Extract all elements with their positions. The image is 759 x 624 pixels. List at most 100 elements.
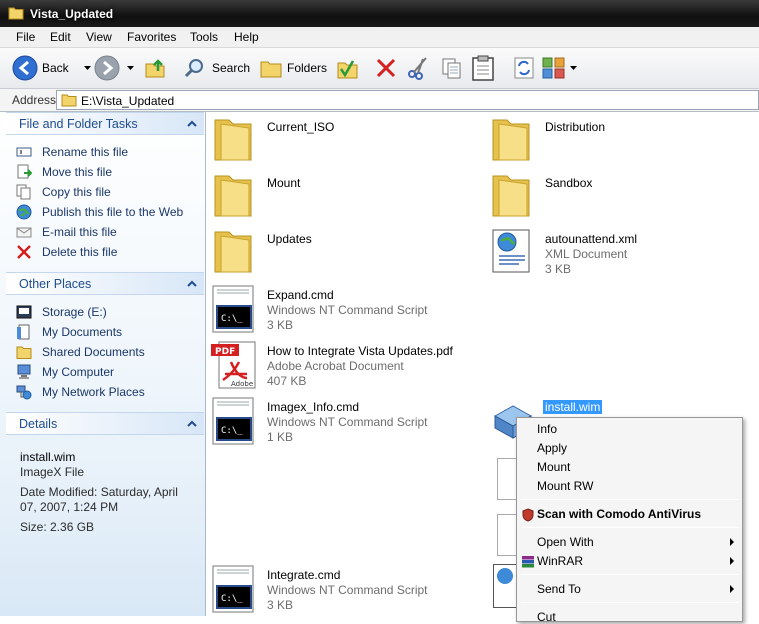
chevron-down-icon [84,66,91,70]
comodo-shield-icon [522,508,534,522]
paste-button[interactable] [471,48,497,88]
back-label: Back [42,61,69,75]
file-tasks-header[interactable]: File and Folder Tasks [6,112,204,135]
details-size: Size: 2.36 GB [20,520,95,534]
address-path: E:\Vista_Updated [81,94,175,108]
menu-item-winrar[interactable]: WinRAR [537,554,583,568]
file-imagex-info-cmd[interactable]: C:\_ Imagex_Info.cmd Windows NT Command … [211,396,471,448]
move-to-button[interactable] [335,48,361,88]
file-expand-cmd[interactable]: C:\_ Expand.cmd Windows NT Command Scrip… [211,284,471,336]
scissors-icon [408,57,427,80]
back-arrow-icon [12,55,38,81]
menu-edit[interactable]: Edit [50,30,71,44]
folder-icon [61,94,77,107]
menu-item-mount-rw[interactable]: Mount RW [537,479,593,493]
delete-x-icon [17,245,31,259]
folder-sandbox[interactable]: Sandbox [489,172,739,224]
clipboard-icon [472,55,494,81]
menu-item-send-to[interactable]: Send To [537,582,581,596]
address-input[interactable]: E:\Vista_Updated [56,90,759,110]
folder-mount[interactable]: Mount [211,172,461,224]
collapse-chevron-icon[interactable] [186,278,198,290]
menu-file[interactable]: File [16,30,35,44]
refresh-button[interactable] [513,48,537,88]
file-integrate-updates-pdf[interactable]: PDF Adobe How to Integrate Vista Updates… [211,340,511,392]
menu-help[interactable]: Help [234,30,259,44]
menu-separator [521,574,738,575]
menu-separator [521,499,738,500]
search-button[interactable]: Search [184,48,252,88]
rename-icon [16,147,32,157]
copy-button[interactable] [440,48,466,88]
panel-title: Details [19,417,58,431]
copy-icon [442,58,461,79]
forward-button[interactable] [94,48,136,88]
collapse-chevron-icon[interactable] [186,118,198,130]
pdf-badge-text: PDF [215,347,235,357]
command-script-icon: C:\_ [212,565,254,613]
menu-tools[interactable]: Tools [190,30,218,44]
details-modified: Date Modified: Saturday, April [20,485,178,499]
title-bar: Vista_Updated [0,0,759,27]
context-menu: Info Apply Mount Mount RW Scan with Como… [516,417,743,624]
details-modified-cont: 07, 2007, 1:24 PM [20,500,119,514]
details-filename: install.wim [20,450,76,464]
winrar-icon [522,556,534,568]
submenu-arrow-icon [730,585,734,593]
delete-x-icon [376,58,396,78]
refresh-icon [514,57,534,79]
folder-current-iso[interactable]: Current_ISO [211,116,461,168]
menu-item-scan-comodo[interactable]: Scan with Comodo AntiVirus [537,507,701,521]
folder-icon [492,119,530,161]
cut-button[interactable] [406,48,432,88]
file-integrate-cmd[interactable]: C:\_ Integrate.cmd Windows NT Command Sc… [211,564,471,616]
command-script-icon: C:\_ [212,397,254,445]
menu-separator [521,527,738,528]
toolbar: Back Search Folders [0,48,759,89]
menu-item-info[interactable]: Info [537,422,557,436]
menu-item-mount[interactable]: Mount [537,460,570,474]
folder-updates[interactable]: Updates [211,228,461,280]
views-grid-icon [542,57,565,79]
pdf-document-icon: PDF Adobe [211,341,256,389]
xml-document-icon [492,229,530,273]
forward-arrow-icon [94,55,120,81]
menu-separator [521,602,738,603]
menu-view[interactable]: View [86,30,112,44]
move-to-icon [337,60,358,79]
documents-icon [17,324,30,340]
back-button[interactable]: Back [12,48,91,88]
chevron-down-icon [570,66,577,70]
delete-button[interactable] [375,48,401,88]
folder-icon [214,119,252,161]
selected-filename: install.wim [543,400,603,414]
views-button[interactable] [542,48,578,88]
details-header[interactable]: Details [6,412,204,435]
menu-item-apply[interactable]: Apply [537,441,567,455]
submenu-arrow-icon [730,557,734,565]
search-label: Search [212,61,251,75]
network-icon [16,385,32,400]
menu-item-open-with[interactable]: Open With [537,535,594,549]
submenu-arrow-icon [730,538,734,546]
up-folder-button[interactable] [144,48,170,88]
chevron-down-icon [127,66,134,70]
menu-item-cut[interactable]: Cut [537,610,556,624]
drive-icon [16,305,32,319]
panel-title: Other Places [19,277,92,291]
cmd-prompt-text: C:\_ [221,426,243,436]
details-filetype: ImageX File [20,465,85,479]
collapse-chevron-icon[interactable] [186,418,198,430]
copy-icon [16,184,31,200]
folder-icon [8,7,24,20]
command-script-icon: C:\_ [212,285,254,333]
address-bar: Address E:\Vista_Updated [0,89,759,112]
up-folder-icon [145,59,165,78]
folder-distribution[interactable]: Distribution [489,116,739,168]
other-places-header[interactable]: Other Places [6,272,204,295]
menu-favorites[interactable]: Favorites [127,30,176,44]
folder-icon [492,175,530,217]
folders-icon [260,61,282,78]
file-autounattend-xml[interactable]: autounattend.xml XML Document 3 KB [489,228,749,280]
folders-button[interactable]: Folders [259,48,327,88]
